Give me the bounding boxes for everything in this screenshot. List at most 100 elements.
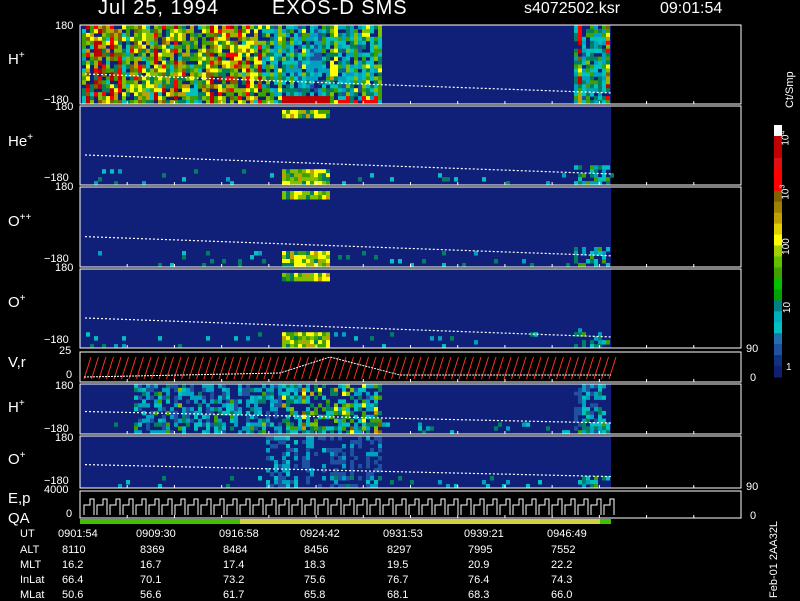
spectrogram-cell — [158, 422, 162, 427]
spectrogram-cell — [574, 426, 578, 431]
spectrogram-cell — [302, 460, 306, 465]
spectrogram-cell — [258, 72, 262, 77]
spectrogram-cell — [130, 80, 134, 85]
spectrogram-cell — [294, 64, 298, 69]
spectrogram-cell — [134, 426, 138, 431]
spectrogram-cell — [330, 456, 334, 461]
spectrogram-cell — [214, 25, 218, 30]
table-row-label: InLat — [20, 574, 45, 586]
spectrogram-cell — [250, 88, 254, 93]
spectrogram-cell — [106, 56, 110, 62]
spectrogram-cell — [322, 395, 326, 400]
spectrogram-cell — [282, 64, 286, 69]
spectrogram-cell — [274, 40, 278, 46]
spectrogram-cell — [314, 259, 318, 264]
spectrogram-cell — [366, 391, 370, 397]
spectrogram-cell — [134, 56, 138, 62]
spectrogram-cell — [110, 169, 114, 174]
spectrogram-cell — [142, 84, 146, 89]
spectrogram-cell — [130, 68, 134, 73]
spectrogram-cell — [178, 44, 182, 50]
spectrogram-cell — [366, 395, 370, 400]
spectrogram-cell — [362, 36, 366, 42]
spectrogram-cell — [234, 418, 238, 423]
spectrogram-cell — [146, 28, 150, 34]
table-row-label: MLat — [20, 589, 45, 601]
spectrogram-cell — [298, 52, 302, 58]
spectrogram-cell — [218, 84, 222, 89]
spectrogram-cell — [334, 387, 338, 393]
spectrogram-cell — [202, 92, 206, 97]
spectrogram-cell — [162, 173, 166, 178]
spectrogram-cell — [606, 64, 610, 69]
spectrogram-cell — [290, 44, 294, 50]
spectrogram-cell — [134, 76, 138, 81]
spectrogram-cell — [190, 36, 194, 42]
spectrogram-cell — [362, 456, 366, 461]
spectrogram-cell — [262, 391, 266, 397]
spectrogram-cell — [282, 272, 286, 278]
spectrogram-cell — [174, 72, 178, 77]
tick-25: 25 — [59, 345, 72, 357]
spectrogram-cell — [286, 452, 290, 457]
spectrogram-cell — [106, 80, 110, 85]
spectrogram-cell — [354, 28, 358, 34]
spectrogram-cell — [318, 436, 322, 441]
spectrogram-cell — [178, 92, 182, 97]
spectrogram-cell — [166, 399, 170, 404]
spectrogram-cell — [194, 395, 198, 400]
spectrogram-cell — [122, 96, 126, 101]
spectrogram-cell — [194, 92, 198, 97]
spectrogram-cell — [298, 92, 302, 97]
spectrogram-cell — [322, 251, 326, 256]
spectrogram-cell — [370, 407, 374, 412]
spectrogram-cell — [190, 96, 194, 101]
spectrogram-cell — [378, 96, 382, 101]
spectrogram-cell — [286, 272, 290, 278]
spectrogram-cell — [358, 436, 362, 441]
spectrogram-cell — [202, 96, 206, 101]
spectrogram-cell — [318, 336, 322, 341]
spectrogram-cell — [226, 44, 230, 50]
spectrogram-cell — [330, 452, 334, 457]
spectrogram-cell — [186, 399, 190, 404]
spectrogram-cell — [102, 52, 106, 58]
spectrogram-cell — [302, 84, 306, 89]
spectrogram-cell — [118, 56, 122, 62]
table-cell: 65.8 — [304, 589, 326, 601]
spectrogram-cell — [254, 395, 258, 400]
spectrogram-cell — [366, 422, 370, 427]
spectrogram-cell — [130, 76, 134, 81]
spectrogram-cell — [438, 173, 442, 178]
spectrogram-cell — [158, 80, 162, 85]
spectrogram-cell — [206, 25, 210, 30]
spectrogram-cell — [350, 76, 354, 81]
spectrogram-cell — [282, 32, 286, 38]
spectrogram-cell — [290, 173, 294, 178]
spectrogram-cell — [370, 414, 374, 420]
spectrogram-cell — [366, 60, 370, 65]
spectrogram-cell — [350, 36, 354, 42]
spectrogram-cell — [378, 68, 382, 73]
spectrogram-cell — [98, 177, 102, 182]
spectrogram-cell — [322, 64, 326, 69]
table-cell: 61.7 — [223, 589, 245, 601]
spectrogram-cell — [314, 177, 318, 182]
spectrogram-cell — [298, 80, 302, 85]
spectrogram-cell — [282, 48, 286, 54]
spectrogram-cell — [286, 384, 290, 389]
spectrogram-cell — [238, 72, 242, 77]
spectrogram-cell — [258, 476, 262, 481]
table-cell: 68.3 — [468, 589, 490, 601]
spectrogram-cell — [186, 387, 190, 393]
spectrogram-cell — [106, 48, 110, 54]
spectrogram-cell — [222, 25, 226, 30]
spectrogram-cell — [370, 472, 374, 477]
spectrogram-cell — [210, 80, 214, 85]
spectrogram-cell — [294, 109, 298, 115]
spectrogram-cell — [198, 395, 202, 400]
spectrogram-cell — [114, 96, 118, 101]
spectrogram-cell — [374, 44, 378, 50]
spectrogram-cell — [286, 60, 290, 65]
spectrogram-cell — [246, 68, 250, 73]
